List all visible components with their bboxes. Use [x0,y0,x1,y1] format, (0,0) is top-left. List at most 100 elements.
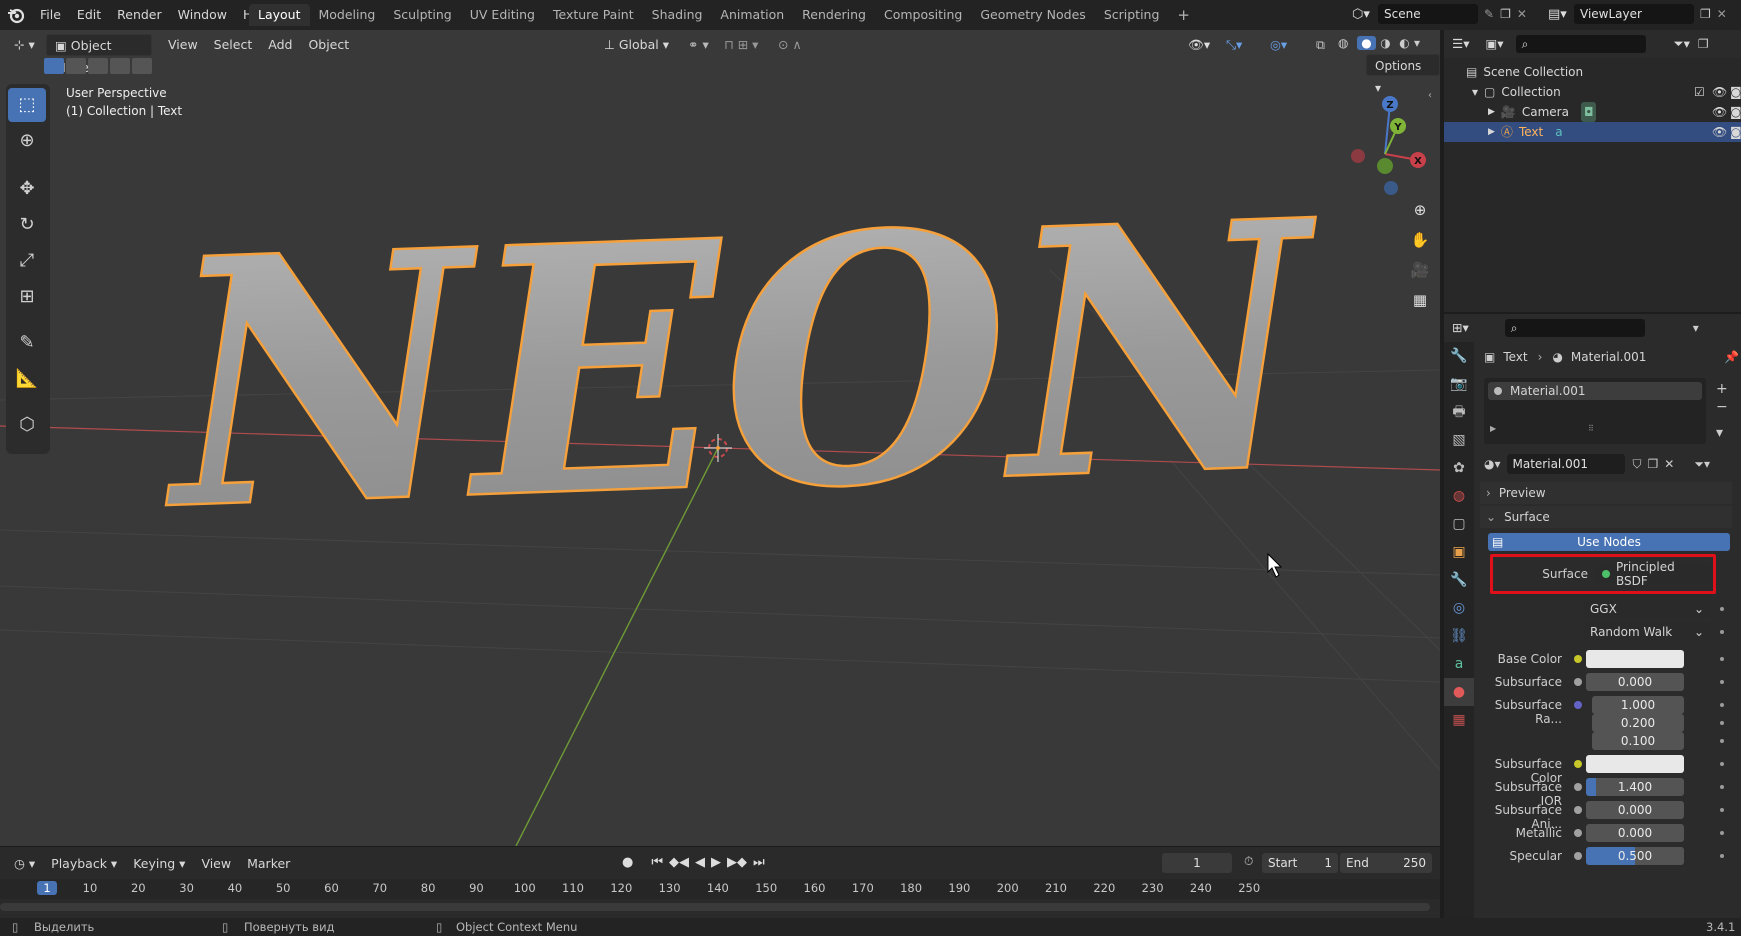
number-field[interactable]: 0.000 [1586,801,1684,819]
snap-icon[interactable]: ⊓ ⊞ ▾ [716,34,766,56]
outliner-scene-collection[interactable]: ▤ Scene Collection [1466,62,1583,82]
tab-sculpting[interactable]: Sculpting [384,4,460,26]
world-tab-icon[interactable]: ◍ [1444,482,1474,510]
keyframe-dot[interactable] [1720,785,1724,789]
number-field[interactable]: 1.000 [1592,696,1684,714]
select-box-tool-icon[interactable]: ⬚ [8,88,46,122]
number-field[interactable]: 0.500 [1586,847,1684,865]
gizmo-toggle-icon[interactable]: ⤡▾ [1218,34,1250,56]
navigation-gizmo[interactable]: Z X Y [1340,86,1430,196]
rotate-tool-icon[interactable]: ↻ [8,208,46,242]
camera-render-icon[interactable]: ◙ [1730,122,1741,142]
scene-name-field[interactable]: Scene [1378,4,1478,24]
timeline-scrollbar[interactable] [0,903,1430,911]
resize-handle-icon[interactable]: ⠿ [1588,424,1594,433]
number-field[interactable]: 0.000 [1586,824,1684,842]
jump-start-icon[interactable]: ⏮ [651,855,663,870]
select-invert-icon[interactable] [110,58,130,74]
tab-modeling[interactable]: Modeling [310,4,385,26]
wireframe-shading-icon[interactable]: ◍ [1338,36,1357,50]
filter-icon[interactable]: ⏷▾ [1666,33,1698,55]
tab-texture-paint[interactable]: Texture Paint [544,4,643,26]
timeline-editor-type-icon[interactable]: ◷ ▾ [6,853,43,875]
measure-tool-icon[interactable]: 📐 [8,362,46,396]
transform-tool-icon[interactable]: ⊞ [8,280,46,314]
number-field[interactable]: 0.200 [1592,714,1684,732]
collection-tab-icon[interactable]: ▢ [1444,510,1474,538]
input-socket-icon[interactable] [1574,852,1582,860]
tool-tab-icon[interactable]: 🔧 [1444,342,1474,370]
select-subtract-icon[interactable] [88,58,108,74]
expand-arrow-icon[interactable]: ▶ [1488,102,1495,122]
expand-arrow-icon[interactable]: ▶ [1490,424,1496,433]
view-layer-name-field[interactable]: ViewLayer [1574,4,1694,24]
stopwatch-icon[interactable]: ⏱ [1244,854,1253,869]
scene-selector[interactable]: ⬡▾ Scene ✎ ❐ ✕ [1352,4,1527,24]
distribution-dropdown[interactable]: GGX ⌄ [1584,600,1710,618]
camera-render-icon[interactable]: ◙ [1730,102,1741,122]
xray-icon[interactable]: ⧉ [1308,34,1333,56]
tab-rendering[interactable]: Rendering [793,4,875,26]
menu-keying[interactable]: Keying ▾ [125,853,193,875]
slot-menu-icon[interactable]: ▾ [1716,424,1728,442]
solid-shading-icon[interactable]: ● [1357,36,1376,50]
play-reverse-icon[interactable]: ◀ [695,855,705,870]
frame-ruler[interactable]: 1 10 20 30 40 50 60 70 80 90 100 110 120 130 140 150 160… [0,879,1440,899]
duplicate-material-icon[interactable]: ❐ [1648,457,1659,471]
tab-compositing[interactable]: Compositing [875,4,971,26]
keyframe-dot[interactable] [1720,739,1724,743]
menu-window[interactable]: Window [170,0,235,30]
object-tab-icon[interactable]: ▣ [1444,538,1474,566]
menu-playback[interactable]: Playback ▾ [43,853,125,875]
input-socket-icon[interactable] [1574,678,1582,686]
scale-tool-icon[interactable]: ⤢ [8,244,46,278]
surface-shader-selector[interactable]: Principled BSDF [1596,560,1710,588]
number-field[interactable]: 1.400 [1586,778,1684,796]
physics-tab-icon[interactable]: ◎ [1444,594,1474,622]
menu-timeline-view[interactable]: View [193,853,239,875]
node-filter-icon[interactable]: ⏷▾ [1694,457,1710,472]
outliner-search-input[interactable]: ⌕ [1515,35,1646,53]
neon-text-object[interactable]: NEON [152,146,1331,588]
sidebar-toggle-icon[interactable]: ‹ [1428,90,1432,101]
scene-tab-icon[interactable]: ✿ [1444,454,1474,482]
record-icon[interactable]: ● [622,855,633,870]
unlink-material-icon[interactable]: ✕ [1664,457,1674,471]
use-nodes-button[interactable]: ▤ Use Nodes [1488,533,1730,551]
delete-scene-icon[interactable]: ✕ [1517,7,1527,21]
shading-options-icon[interactable]: ▾ [1414,36,1420,50]
overlays-icon[interactable]: ◎▾ [1262,34,1295,56]
menu-select[interactable]: Select [206,34,261,56]
outliner-camera[interactable]: ▶ 🎥 Camera ◘ 👁 ◙ [1488,102,1741,122]
new-collection-icon[interactable]: ❐ [1698,37,1709,51]
menu-object[interactable]: Object [300,34,357,56]
menu-file[interactable]: File [32,0,69,30]
tab-animation[interactable]: Animation [711,4,793,26]
eye-icon[interactable]: 👁 [1712,122,1727,142]
texture-tab-icon[interactable]: ▦ [1444,706,1474,734]
eye-icon[interactable]: 👁 [1712,102,1727,122]
constraint-tab-icon[interactable]: ⛓ [1444,622,1474,650]
zoom-icon[interactable]: ⊕ [1406,196,1434,224]
surface-panel-header[interactable]: ⌄ Surface [1480,506,1732,528]
cursor-tool-icon[interactable]: ⊕ [8,124,46,158]
tab-layout[interactable]: Layout [249,4,310,26]
input-socket-icon[interactable] [1574,655,1582,663]
proportional-editing-icon[interactable]: ⊙ ∧ [770,34,810,56]
browse-material-icon[interactable]: ◕▾ [1484,457,1501,471]
current-frame-field[interactable]: 1 [1162,853,1232,873]
view-layer-tab-icon[interactable]: ▧ [1444,426,1474,454]
display-mode-icon[interactable]: ▣▾ [1477,33,1511,55]
material-slot-list[interactable]: Material.001 ▶ ⠿ [1484,378,1706,444]
input-socket-icon[interactable] [1574,760,1582,768]
delete-view-layer-icon[interactable]: ✕ [1717,7,1727,21]
color-swatch[interactable] [1586,755,1684,773]
menu-render[interactable]: Render [109,0,170,30]
jump-end-icon[interactable]: ⏭ [753,855,765,870]
properties-search-input[interactable]: ⌕ [1504,319,1645,337]
keyframe-dot[interactable] [1720,854,1724,858]
camera-view-icon[interactable]: 🎥 [1406,256,1434,284]
tab-shading[interactable]: Shading [643,4,712,26]
keyframe-dot[interactable] [1720,607,1724,611]
menu-view[interactable]: View [160,34,206,56]
